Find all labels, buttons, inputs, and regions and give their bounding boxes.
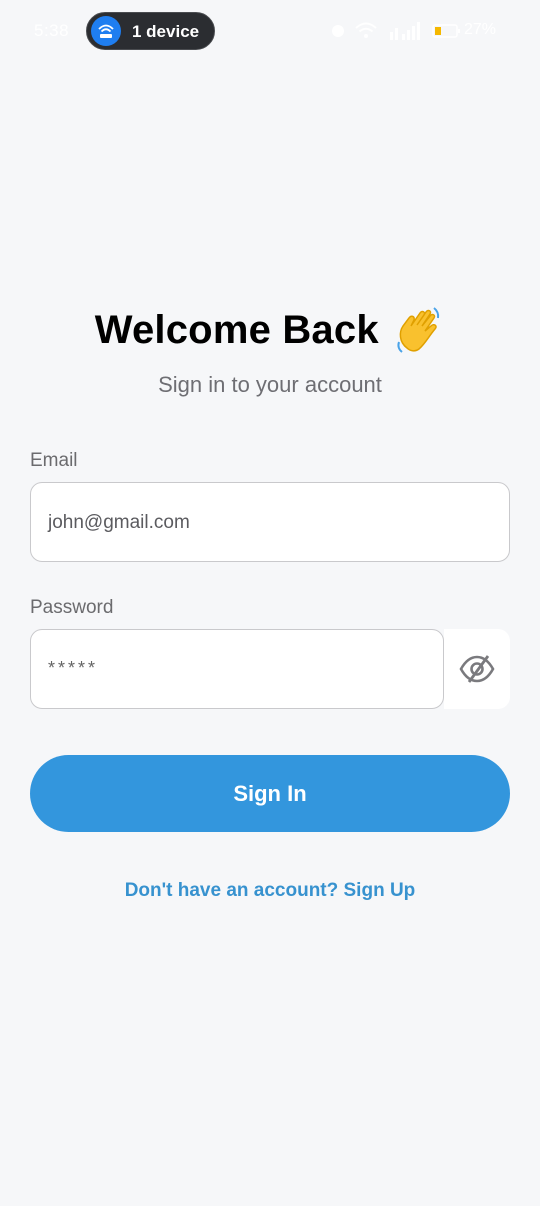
sign-up-link[interactable]: Don't have an account? Sign Up (0, 880, 540, 902)
connected-devices-pill[interactable]: 1 device (86, 12, 215, 50)
battery-icon (432, 20, 462, 47)
hotspot-icon (91, 16, 121, 46)
welcome-header: Welcome Back (0, 304, 540, 360)
status-indicators: 27% (330, 20, 510, 42)
password-label: Password (30, 597, 114, 618)
signal-icon (390, 20, 430, 47)
page-subtitle: Sign in to your account (158, 372, 382, 397)
sign-in-button[interactable]: Sign In (30, 755, 510, 832)
battery-percent: 27% (464, 21, 497, 38)
password-value: ***** (48, 658, 99, 678)
email-value: john@gmail.com (48, 512, 190, 533)
device-count-label: 1 device (132, 22, 200, 41)
status-bar: 5:38 1 device 27% (0, 0, 540, 62)
wifi-icon (354, 20, 378, 47)
email-label: Email (30, 450, 78, 471)
email-field[interactable]: john@gmail.com (30, 482, 510, 562)
status-time: 5:38 (34, 21, 70, 40)
password-visibility-toggle[interactable] (444, 629, 510, 709)
page-title: Welcome Back (94, 307, 379, 352)
alarm-icon (330, 20, 346, 47)
password-field[interactable]: ***** (30, 629, 444, 709)
waving-hand-icon (393, 304, 445, 356)
